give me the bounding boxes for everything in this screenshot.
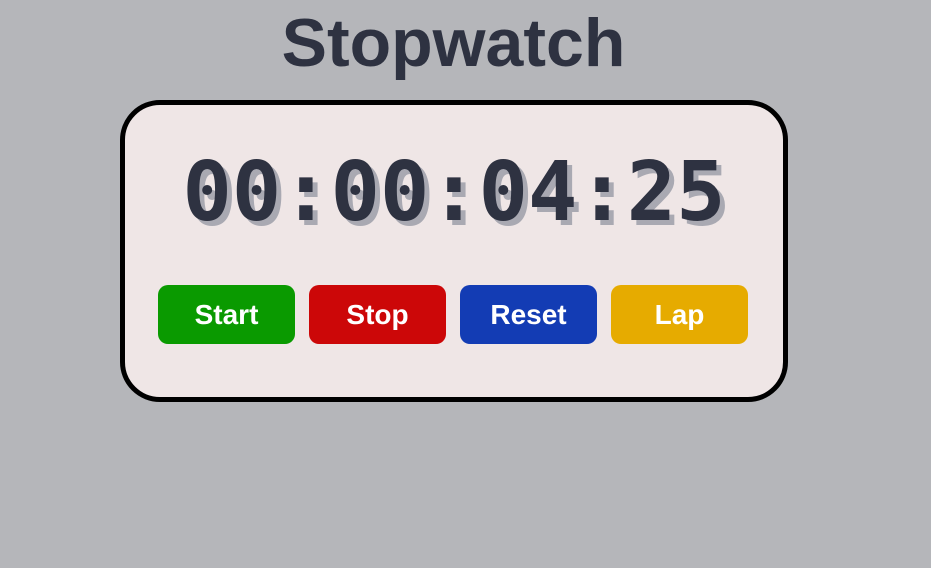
stopwatch-panel: 00:00:04:25 Start Stop Reset Lap	[120, 100, 788, 402]
page-title: Stopwatch	[281, 5, 626, 81]
stop-button[interactable]: Stop	[309, 285, 446, 344]
start-button[interactable]: Start	[158, 285, 295, 344]
reset-button[interactable]: Reset	[460, 285, 597, 344]
lap-button[interactable]: Lap	[611, 285, 748, 344]
control-buttons: Start Stop Reset Lap	[158, 285, 748, 344]
time-display: 00:00:04:25	[182, 145, 726, 240]
